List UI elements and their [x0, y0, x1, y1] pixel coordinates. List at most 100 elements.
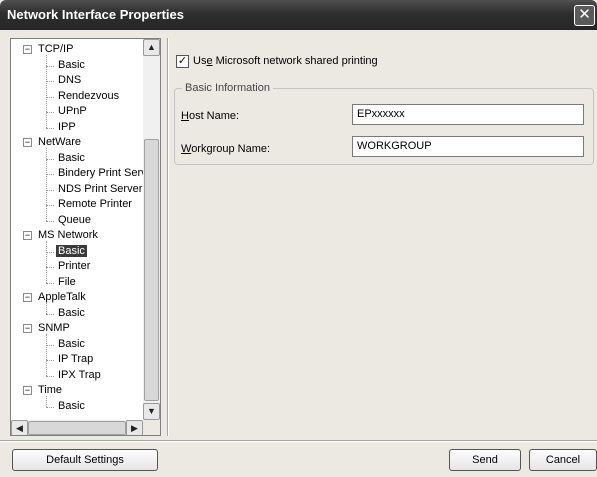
close-icon: ✕	[578, 6, 591, 23]
tree-node-label: Bindery Print Server	[58, 167, 157, 179]
tree-node-label: MS Network	[38, 229, 98, 241]
workgroup-name-label-accel: W	[181, 143, 192, 155]
tree-connector-line	[46, 55, 47, 128]
tree-connector-line	[46, 267, 54, 268]
footer-divider	[0, 440, 597, 442]
checkmark-icon: ✓	[177, 55, 188, 67]
tree-connector-line	[46, 220, 54, 222]
tree-node-label: IP Trap	[58, 353, 94, 365]
tree-node-label: IPP	[58, 120, 76, 133]
tree-group-node[interactable]: Time	[38, 383, 62, 398]
shared-printing-label-rest: Microsoft network shared printing	[212, 55, 378, 67]
shared-printing-checkbox[interactable]: ✓	[176, 55, 189, 68]
title-bar[interactable]: Network Interface Properties ✕	[0, 0, 597, 30]
tree-connector-line	[46, 334, 47, 376]
vertical-scroll-thumb[interactable]	[144, 139, 159, 401]
send-button[interactable]: Send	[449, 449, 521, 471]
tree-connector-line	[46, 112, 54, 113]
scroll-left-button[interactable]: ◀	[11, 420, 28, 435]
tree-node-label: AppleTalk	[38, 291, 86, 303]
tree-node-label: Basic	[58, 337, 85, 350]
collapse-toggle-icon[interactable]: −	[23, 386, 32, 395]
tree-leaf-node[interactable]: Basic	[58, 399, 85, 414]
tree-connector-line	[46, 158, 54, 160]
tree-leaf-node[interactable]: File	[58, 275, 76, 290]
tree-leaf-node[interactable]: IP Trap	[58, 352, 93, 367]
horizontal-scroll-thumb[interactable]	[28, 421, 126, 435]
collapse-toggle-icon[interactable]: −	[23, 293, 32, 302]
tree-vertical-scrollbar[interactable]: ▲ ▼	[143, 39, 160, 420]
scroll-up-icon: ▲	[147, 42, 156, 52]
tree-connector-line	[46, 148, 47, 221]
tree-leaf-node[interactable]: Basic	[58, 337, 85, 352]
shared-printing-label-part: Us	[193, 55, 207, 67]
tree-leaf-node[interactable]: Bindery Print Server	[58, 166, 156, 181]
tree-leaf-node[interactable]: IPP	[58, 120, 76, 135]
tree-node-label: Basic	[56, 244, 87, 257]
tree-connector-line	[46, 406, 54, 408]
collapse-toggle-icon[interactable]: −	[23, 324, 32, 333]
tree-node-label: NetWare	[38, 136, 81, 148]
tree-group-node[interactable]: TCP/IP	[38, 42, 73, 57]
tree-node-label: SNMP	[38, 322, 70, 334]
tree-leaf-node[interactable]: IPX Trap	[58, 368, 101, 383]
tree-node-label: Queue	[58, 213, 92, 226]
tree-connector-line	[46, 241, 47, 283]
tree-connector-line	[46, 303, 47, 314]
host-name-label-rest: ost Name:	[188, 110, 240, 122]
tree-leaf-node[interactable]: Queue	[58, 213, 91, 228]
tree-connector-line	[46, 344, 54, 346]
tree-leaf-node[interactable]: Remote Printer	[58, 197, 132, 212]
host-name-input[interactable]: EPxxxxxx	[352, 104, 584, 125]
tree-node-label: NDS Print Server	[58, 182, 143, 195]
workgroup-name-input[interactable]: WORKGROUP	[352, 136, 584, 157]
collapse-toggle-icon[interactable]: −	[23, 231, 32, 240]
tree-node-label: IPX Trap	[58, 368, 101, 381]
tree-node-label: File	[58, 275, 76, 288]
tree-connector-line	[46, 205, 54, 206]
tree-connector-line	[46, 251, 54, 253]
shared-printing-label[interactable]: Use Microsoft network shared printing	[193, 55, 378, 68]
panel-divider	[167, 38, 169, 436]
cancel-button[interactable]: Cancel	[529, 449, 597, 471]
host-name-label: Host Name:	[181, 110, 239, 123]
tree-connector-line	[46, 65, 54, 67]
scroll-down-button[interactable]: ▼	[143, 403, 160, 420]
basic-information-title: Basic Information	[182, 81, 273, 95]
tree-leaf-node[interactable]: Rendezvous	[58, 89, 119, 104]
tree-leaf-node[interactable]: DNS	[58, 73, 81, 88]
scrollbar-corner	[143, 420, 160, 435]
tree-node-label: Printer	[58, 260, 91, 272]
tree-group-node[interactable]: SNMP	[38, 321, 70, 336]
tree-node-label: Basic	[58, 58, 85, 71]
tree-node-label: Time	[38, 384, 63, 396]
tree-node-label: Rendezvous	[58, 89, 120, 102]
tree-node-label: Basic	[58, 151, 85, 164]
tree-node-label: Basic	[58, 399, 85, 412]
tree-connector-line	[46, 189, 54, 191]
tree-leaf-node[interactable]: NDS Print Server	[58, 182, 142, 197]
tree-horizontal-scrollbar[interactable]: ◀ ▶	[11, 420, 143, 435]
scroll-right-icon: ▶	[131, 423, 138, 433]
scroll-right-button[interactable]: ▶	[126, 420, 143, 435]
tree-connector-line	[46, 127, 54, 129]
tree-leaf-node[interactable]: Basic	[58, 151, 85, 166]
collapse-toggle-icon[interactable]: −	[23, 45, 32, 54]
tree-leaf-node[interactable]: Basic	[58, 58, 85, 73]
host-name-label-accel: H	[181, 110, 189, 122]
tree-leaf-node[interactable]: Printer	[58, 259, 90, 274]
tree-connector-line	[46, 81, 54, 82]
tree-leaf-node[interactable]: UPnP	[58, 104, 87, 119]
settings-tree: − TCP/IP Basic DNS Rendezvous UPnP IPP − NetWare…	[10, 38, 161, 436]
close-button[interactable]: ✕	[574, 5, 595, 26]
workgroup-name-label-rest: orkgroup Name:	[191, 143, 271, 155]
tree-leaf-node[interactable]: Basic	[56, 244, 87, 259]
tree-leaf-node[interactable]: Basic	[58, 306, 85, 321]
tree-node-label: Basic	[58, 306, 85, 319]
tree-connector-line	[46, 313, 54, 315]
tree-group-node[interactable]: NetWare	[38, 135, 81, 150]
scroll-up-button[interactable]: ▲	[143, 39, 160, 56]
default-settings-button[interactable]: Default Settings	[12, 449, 158, 471]
collapse-toggle-icon[interactable]: −	[23, 138, 32, 147]
workgroup-name-label: Workgroup Name:	[181, 143, 270, 156]
